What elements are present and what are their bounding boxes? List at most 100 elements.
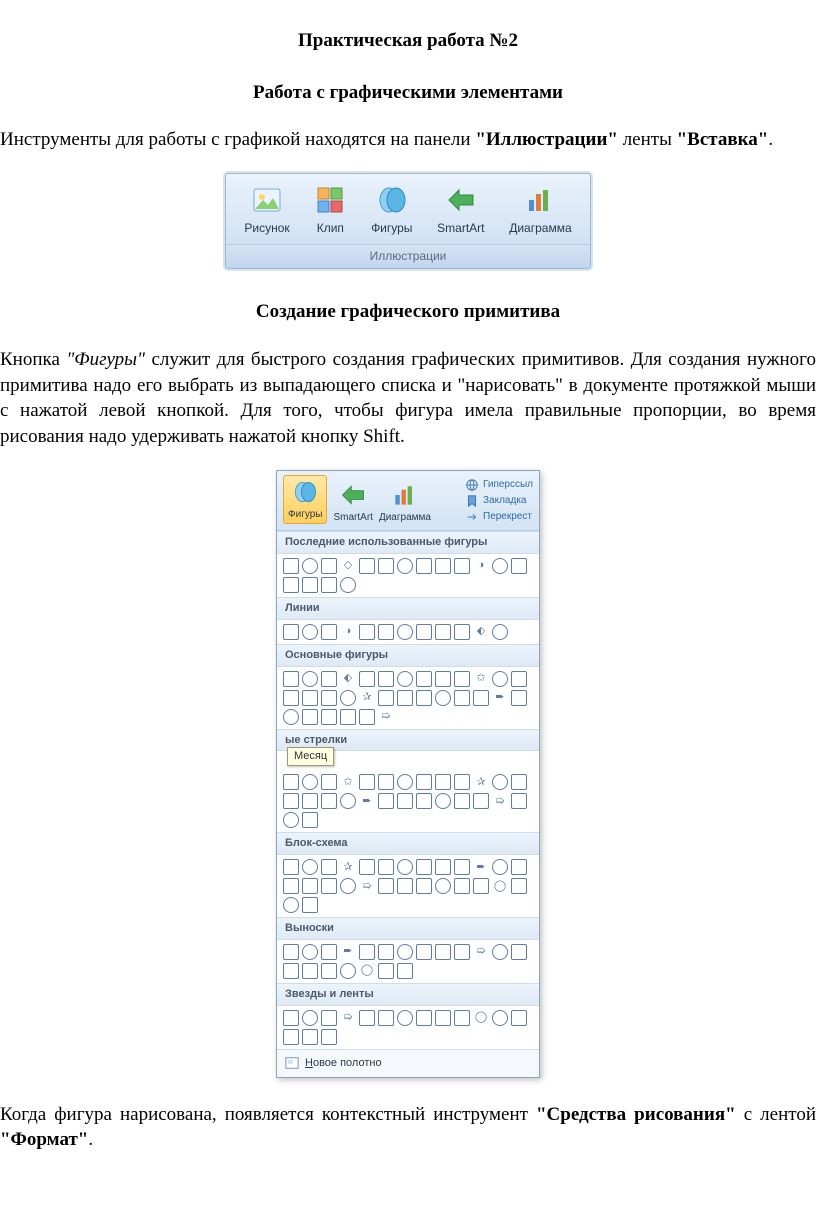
shape-item[interactable] — [302, 624, 318, 640]
shape-item[interactable] — [416, 944, 432, 960]
shape-item[interactable] — [321, 1029, 337, 1045]
shape-item[interactable]: ◯ — [492, 878, 508, 894]
shape-item[interactable] — [416, 671, 432, 687]
shape-item[interactable]: ⬖ — [473, 624, 489, 640]
shape-item[interactable] — [283, 812, 299, 828]
shape-item[interactable] — [397, 963, 413, 979]
shape-item[interactable] — [492, 624, 508, 640]
link-bookmark[interactable]: Закладка — [465, 494, 533, 508]
top-button-shapes[interactable]: Фигуры — [283, 475, 327, 525]
shape-item[interactable]: ➯ — [473, 944, 489, 960]
shape-item[interactable]: ✩ — [473, 671, 489, 687]
shape-item[interactable] — [302, 690, 318, 706]
shape-item[interactable] — [359, 859, 375, 875]
shape-item[interactable] — [321, 577, 337, 593]
shape-item[interactable] — [397, 859, 413, 875]
ribbon-button-picture[interactable]: Рисунок — [238, 182, 295, 238]
shape-item[interactable] — [302, 558, 318, 574]
shape-item[interactable] — [473, 793, 489, 809]
shape-item[interactable] — [321, 793, 337, 809]
shape-item[interactable]: ➨ — [473, 859, 489, 875]
shape-item[interactable] — [302, 774, 318, 790]
shape-item[interactable] — [397, 1010, 413, 1026]
shape-item[interactable] — [511, 671, 527, 687]
shape-item[interactable] — [416, 774, 432, 790]
shape-item[interactable] — [454, 690, 470, 706]
shape-item[interactable] — [340, 577, 356, 593]
shape-item[interactable] — [511, 1010, 527, 1026]
shape-item[interactable] — [283, 690, 299, 706]
shape-item[interactable]: ◯ — [359, 963, 375, 979]
shape-item[interactable] — [302, 944, 318, 960]
shape-item[interactable] — [511, 774, 527, 790]
top-button-smartart[interactable]: SmartArt — [333, 481, 372, 525]
shape-item[interactable] — [492, 944, 508, 960]
shape-item[interactable] — [378, 793, 394, 809]
shape-item[interactable] — [283, 671, 299, 687]
shape-item[interactable] — [283, 793, 299, 809]
shape-item[interactable] — [492, 774, 508, 790]
shape-item[interactable]: ◑ — [340, 624, 356, 640]
shape-item[interactable] — [359, 624, 375, 640]
shape-item[interactable] — [302, 1029, 318, 1045]
shape-item[interactable] — [435, 1010, 451, 1026]
shape-item[interactable] — [473, 878, 489, 894]
shape-item[interactable] — [435, 878, 451, 894]
shape-item[interactable] — [397, 624, 413, 640]
shape-item[interactable] — [283, 859, 299, 875]
shape-item[interactable] — [492, 859, 508, 875]
shape-item[interactable] — [378, 859, 394, 875]
shape-item[interactable] — [511, 690, 527, 706]
shape-item[interactable] — [511, 793, 527, 809]
shape-item[interactable] — [283, 1029, 299, 1045]
shape-item[interactable] — [378, 558, 394, 574]
shape-item[interactable] — [359, 774, 375, 790]
shape-item[interactable] — [321, 690, 337, 706]
shape-item[interactable] — [359, 1010, 375, 1026]
shape-item[interactable] — [321, 944, 337, 960]
shape-item[interactable] — [397, 878, 413, 894]
shape-item[interactable] — [321, 774, 337, 790]
shape-item[interactable] — [321, 624, 337, 640]
shape-item[interactable] — [435, 859, 451, 875]
shape-item[interactable]: ✩ — [340, 774, 356, 790]
shape-item[interactable] — [302, 897, 318, 913]
shape-item[interactable] — [321, 878, 337, 894]
shape-item[interactable] — [302, 1010, 318, 1026]
shape-item[interactable] — [283, 558, 299, 574]
new-canvas-item[interactable]: Новое полотно — [277, 1049, 539, 1077]
shape-item[interactable] — [473, 690, 489, 706]
shape-item[interactable]: ➯ — [378, 709, 394, 725]
shape-item[interactable] — [416, 793, 432, 809]
shape-item[interactable] — [321, 859, 337, 875]
shape-item[interactable] — [416, 878, 432, 894]
shape-item[interactable] — [454, 774, 470, 790]
shape-item[interactable] — [416, 1010, 432, 1026]
shape-item[interactable]: ➨ — [359, 793, 375, 809]
shape-item[interactable] — [397, 690, 413, 706]
shape-item[interactable] — [283, 774, 299, 790]
shape-item[interactable] — [283, 878, 299, 894]
shape-item[interactable] — [416, 859, 432, 875]
shape-item[interactable] — [378, 878, 394, 894]
shape-item[interactable] — [454, 944, 470, 960]
ribbon-button-clip[interactable]: Клип — [308, 182, 352, 238]
shape-item[interactable] — [283, 624, 299, 640]
shape-item[interactable] — [359, 558, 375, 574]
shape-item[interactable] — [321, 671, 337, 687]
shape-item[interactable] — [283, 1010, 299, 1026]
shape-item[interactable]: ⬖ — [340, 671, 356, 687]
shape-item[interactable] — [302, 878, 318, 894]
shape-item[interactable] — [416, 558, 432, 574]
shape-item[interactable] — [321, 963, 337, 979]
link-crossref[interactable]: Перекрест — [465, 510, 533, 524]
link-hyperlink[interactable]: Гиперссыл — [465, 478, 533, 492]
shape-item[interactable] — [397, 793, 413, 809]
shape-item[interactable]: ➯ — [492, 793, 508, 809]
shape-item[interactable] — [435, 558, 451, 574]
shape-item[interactable] — [283, 897, 299, 913]
shape-item[interactable] — [283, 963, 299, 979]
shape-item[interactable] — [378, 624, 394, 640]
ribbon-button-chart[interactable]: Диаграмма — [503, 182, 577, 238]
shape-item[interactable] — [511, 878, 527, 894]
